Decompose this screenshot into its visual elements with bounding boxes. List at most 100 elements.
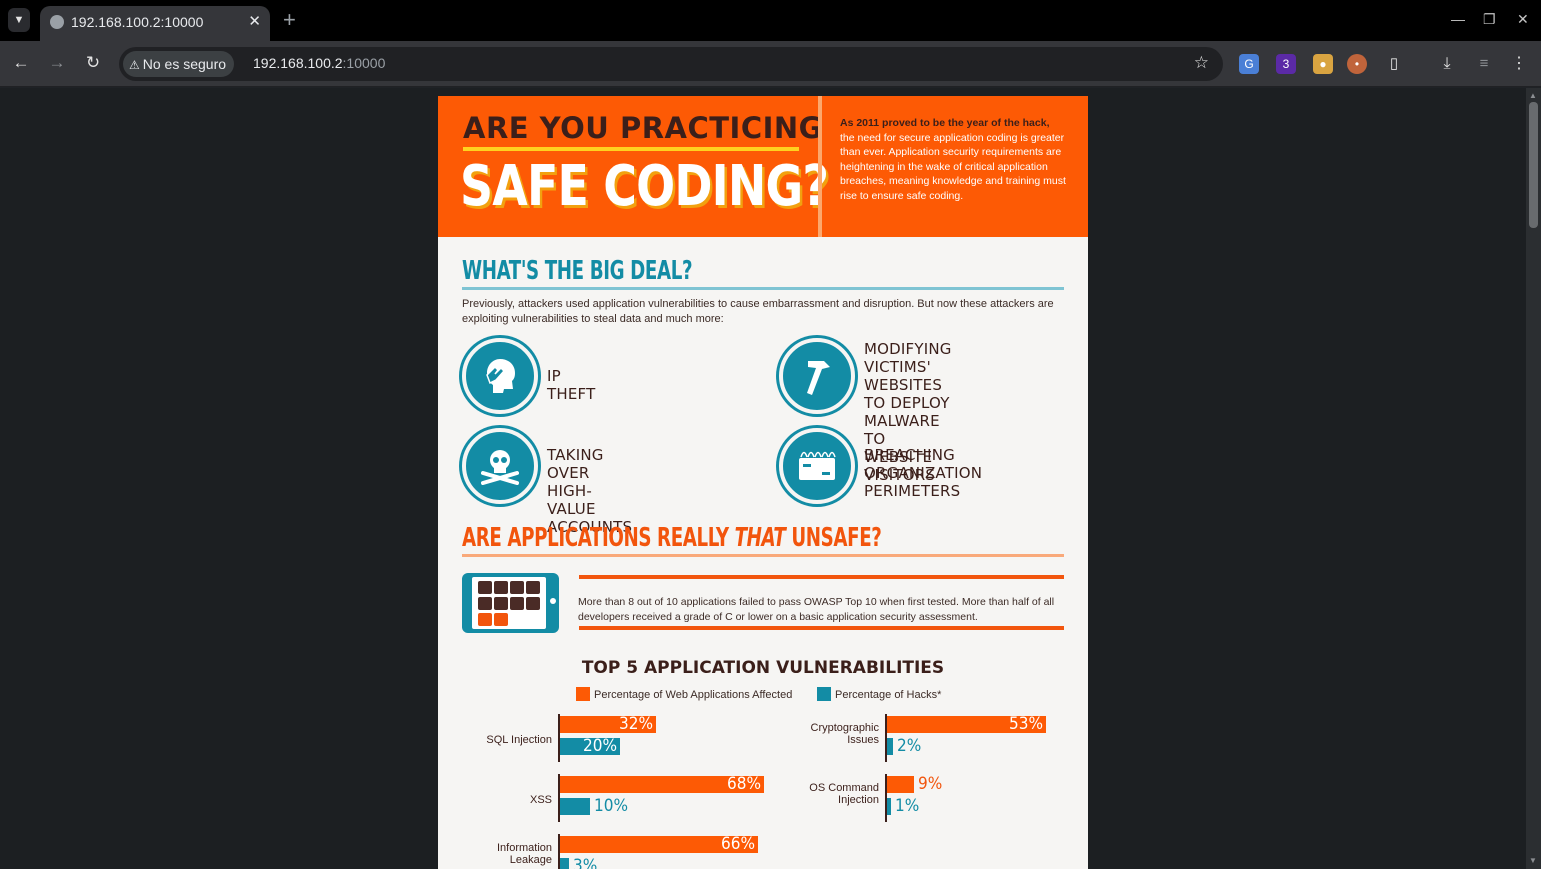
scroll-up-icon[interactable]: ▲	[1529, 91, 1537, 100]
minimize-icon[interactable]: —	[1451, 11, 1465, 27]
restore-icon[interactable]: ❐	[1483, 11, 1496, 28]
back-button[interactable]: ←	[10, 53, 32, 73]
security-label: No es seguro	[142, 56, 227, 72]
page-viewport[interactable]: ARE YOU PRACTICING SAFE CODING? As 2011 …	[0, 88, 1541, 869]
hero-intro: As 2011 proved to be the year of the hac…	[840, 116, 1066, 203]
bar-label-affected: 53%	[1009, 714, 1043, 734]
address-bar[interactable]: ⚠ No es seguro 192.168.100.2:10000 ☆	[119, 47, 1223, 81]
big-deal-title: WHAT'S THE BIG DEAL?	[462, 256, 693, 286]
tab-title: 192.168.100.2:10000	[71, 14, 204, 30]
bar-label-hacks: 1%	[895, 796, 920, 816]
active-tab[interactable]: 192.168.100.2:10000 ✕	[40, 6, 270, 41]
hero-rule	[463, 147, 799, 151]
bar-label-hacks: 10%	[594, 796, 628, 816]
bar-hacks	[560, 798, 590, 815]
bar-affected	[887, 776, 914, 793]
cookie-extension-icon[interactable]: ●	[1313, 54, 1333, 74]
legend-hacks: Percentage of Hacks*	[817, 687, 941, 701]
chart-title: TOP 5 APPLICATION VULNERABILITIES	[581, 658, 945, 678]
close-window-icon[interactable]: ✕	[1517, 11, 1529, 28]
scroll-thumb[interactable]	[1529, 102, 1538, 228]
warning-icon: ⚠	[129, 58, 140, 72]
unsafe-title-pre: ARE APPLICATIONS REALLY	[462, 523, 735, 553]
app-tile	[526, 597, 540, 610]
app-tile	[478, 581, 492, 594]
profile-icon[interactable]: ≡	[1474, 54, 1494, 74]
close-tab-icon[interactable]: ✕	[248, 12, 261, 30]
bar-label-hacks: 3%	[573, 856, 598, 869]
legend-label-affected: Percentage of Web Applications Affected	[594, 689, 793, 701]
url-host: 192.168.100.2	[253, 55, 343, 71]
threat-label: BREACHING ORGANIZATION PERIMETERS	[864, 446, 983, 500]
app-tile	[478, 613, 492, 626]
category-label: Information Leakage	[496, 842, 552, 866]
skull-crossbones-icon	[462, 428, 538, 504]
legend-label-hacks: Percentage of Hacks*	[835, 689, 942, 701]
tab-search-button[interactable]: ▼	[8, 8, 30, 32]
tablet-illustration	[462, 573, 559, 633]
hero-title: SAFE CODING?	[460, 154, 829, 219]
bar-label-affected: 68%	[727, 774, 761, 794]
scroll-down-icon[interactable]: ▼	[1529, 856, 1537, 865]
menu-kebab-icon[interactable]: ⋮	[1509, 54, 1529, 74]
bar-hacks	[887, 798, 891, 815]
extension-badge-count: 3	[1282, 57, 1290, 71]
bar-hacks	[887, 738, 893, 755]
forward-button[interactable]: →	[46, 53, 68, 73]
security-chip[interactable]: ⚠ No es seguro	[123, 51, 235, 77]
extensions-puzzle-icon[interactable]: ▯	[1384, 54, 1404, 74]
unsafe-title-emphasis: THAT	[734, 523, 786, 553]
bar-label-hacks: 20%	[583, 736, 617, 756]
unsafe-rule	[462, 554, 1064, 557]
stat-rule-bottom	[579, 626, 1064, 630]
legend-swatch-affected	[576, 687, 590, 701]
bar-hacks	[560, 858, 569, 869]
tablet-screen	[472, 577, 546, 629]
unsafe-title: ARE APPLICATIONS REALLY THAT UNSAFE?	[462, 523, 882, 553]
big-deal-intro: Previously, attackers used application v…	[462, 298, 1054, 325]
bar-label-affected: 32%	[619, 714, 653, 734]
hero-divider	[818, 96, 822, 237]
category-label: Cryptographic Issues	[810, 722, 879, 746]
stat-rule-top	[579, 575, 1064, 579]
fence-icon	[779, 428, 855, 504]
extension-badge-icon[interactable]: 3	[1276, 54, 1296, 74]
category-label: SQL Injection	[486, 734, 552, 746]
bookmark-star-icon[interactable]: ☆	[1194, 53, 1209, 73]
hero-banner: ARE YOU PRACTICING SAFE CODING? As 2011 …	[438, 96, 1088, 237]
hero-intro-text: the need for secure application coding i…	[840, 131, 1066, 202]
tablet-home-button	[550, 598, 556, 604]
app-tile	[494, 581, 508, 594]
app-tile	[478, 597, 492, 610]
legend-swatch-hacks	[817, 687, 831, 701]
app-tile	[510, 597, 524, 610]
category-label: OS Command Injection	[809, 782, 879, 806]
new-tab-button[interactable]: +	[283, 8, 296, 32]
translate-extension-icon[interactable]: G	[1239, 54, 1259, 74]
big-deal-rule	[462, 287, 1064, 290]
url-text[interactable]: 192.168.100.2:10000	[253, 55, 385, 71]
hammer-icon	[779, 338, 855, 414]
bar-label-affected: 66%	[721, 834, 755, 854]
url-port: :10000	[342, 55, 386, 71]
bar-label-hacks: 2%	[897, 736, 922, 756]
download-icon[interactable]: ⤓	[1437, 54, 1457, 74]
reload-button[interactable]: ↻	[82, 53, 104, 73]
app-tile	[510, 581, 524, 594]
threat-label: IP THEFT	[547, 367, 596, 403]
tab-strip: ▼ 192.168.100.2:10000 ✕ + — ❐ ✕	[0, 0, 1541, 41]
globe-icon	[50, 15, 64, 29]
page-scrollbar[interactable]: ▲ ▼	[1526, 88, 1541, 869]
infographic: ARE YOU PRACTICING SAFE CODING? As 2011 …	[438, 96, 1088, 869]
cookie-editor-icon[interactable]: •	[1347, 54, 1367, 74]
head-hand-icon	[462, 338, 538, 414]
legend-affected: Percentage of Web Applications Affected	[576, 687, 792, 701]
unsafe-title-post: UNSAFE?	[785, 523, 882, 553]
app-tile	[494, 613, 508, 626]
unsafe-stat: More than 8 out of 10 applications faile…	[578, 596, 1055, 623]
hero-top-line: ARE YOU PRACTICING	[463, 111, 823, 145]
category-label: XSS	[529, 794, 552, 806]
bar-label-affected: 9%	[918, 774, 943, 794]
app-tile	[494, 597, 508, 610]
browser-toolbar: ← → ↻ ⚠ No es seguro 192.168.100.2:10000 …	[0, 41, 1541, 87]
